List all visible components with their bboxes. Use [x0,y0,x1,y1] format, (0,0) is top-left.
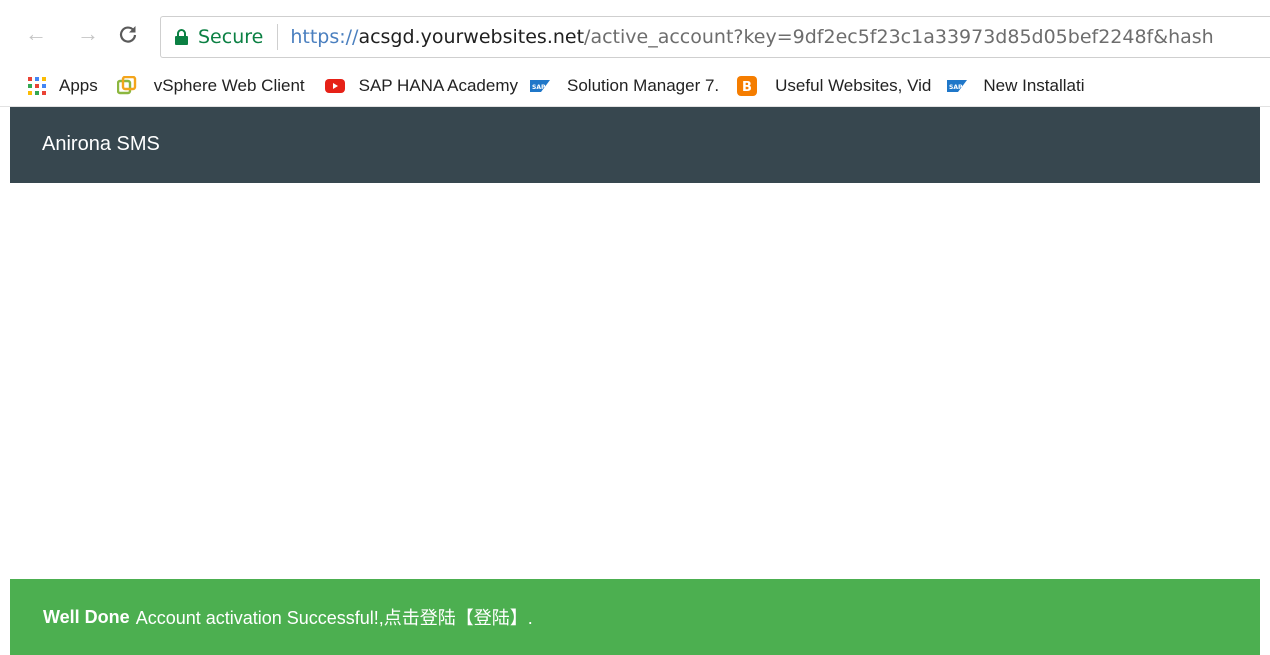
alert-strong: Well Done [43,606,130,627]
address-bar[interactable]: Secure https://acsgd.yourwebsites.net/ac… [160,16,1270,58]
url-scheme: https:// [290,26,359,48]
bookmark-vsphere[interactable]: vSphere Web Client [116,76,305,96]
vsphere-icon [116,76,137,96]
main-content [10,183,1260,579]
app-header: Anirona SMS [10,107,1260,183]
bookmark-new-installation[interactable]: SAP New Installati [947,76,1085,96]
url-host: acsgd.yourwebsites.net [358,26,585,48]
bookmark-label: Solution Manager 7. [567,76,720,95]
lock-icon [175,29,188,45]
svg-text:SAP: SAP [949,84,963,91]
svg-text:B: B [742,80,752,95]
secure-label: Secure [198,26,264,48]
bookmark-label: Useful Websites, Vid [775,76,932,95]
url-path: /active_account?key=9df2ec5f23c1a33973d8… [584,26,1214,48]
bookmark-label: SAP HANA Academy [359,76,518,96]
blogger-icon: B [737,76,758,96]
sap-icon: SAP [947,76,968,96]
youtube-icon [324,76,345,96]
sap-icon: SAP [530,76,550,96]
bookmark-apps[interactable]: Apps [27,76,98,96]
success-alert: Well Done Account activation Successful!… [10,579,1260,655]
bookmark-label: Apps [59,76,98,95]
brand-name[interactable]: Anirona SMS [42,133,160,156]
bookmarks-bar: Apps vSphere Web Client SAP HANA Academy… [0,66,1270,107]
bookmark-label: vSphere Web Client [153,76,305,95]
address-separator [277,24,279,50]
svg-text:SAP: SAP [532,84,546,91]
browser-toolbar: ← → Secure https://acsgd.yourwebsites.ne… [0,0,1270,66]
bookmark-useful-websites[interactable]: B Useful Websites, Vid [737,76,931,96]
forward-arrow-icon[interactable]: → [76,22,100,46]
apps-grid-icon [27,76,47,96]
alert-message: Account activation Successful!,点击登陆【登陆】. [135,608,533,628]
reload-icon[interactable] [116,22,140,46]
back-arrow-icon[interactable]: ← [24,22,48,46]
bookmark-sap-hana-academy[interactable]: SAP HANA Academy [324,76,518,96]
bookmark-solution-manager[interactable]: SAP Solution Manager 7. [530,76,719,96]
bookmark-label: New Installati [983,76,1085,95]
bookmark-label-text: SAP HANA Academy [358,76,518,95]
